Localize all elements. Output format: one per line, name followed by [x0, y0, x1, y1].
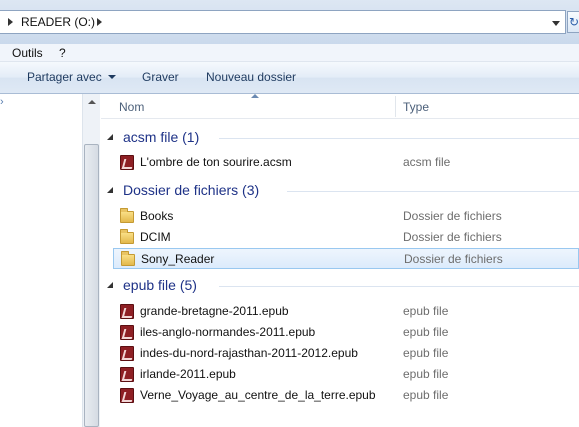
collapse-caret-icon[interactable]: [107, 187, 113, 193]
list-item[interactable]: irlande-2011.epub epub file: [113, 364, 579, 385]
sort-ascending-icon: [251, 94, 259, 98]
burn-button[interactable]: Graver: [142, 70, 179, 84]
group-header-epub[interactable]: epub file (5): [101, 276, 579, 296]
ebook-icon: [120, 346, 134, 361]
collapse-caret-icon[interactable]: [107, 282, 113, 288]
share-with-button[interactable]: Partager avec: [27, 70, 116, 84]
file-type: epub file: [403, 388, 449, 402]
scroll-up-icon[interactable]: [83, 94, 100, 111]
breadcrumb-chevron-icon[interactable]: [97, 18, 102, 26]
ebook-icon: [120, 367, 134, 382]
file-name: irlande-2011.epub: [140, 367, 236, 381]
folder-icon: [120, 229, 134, 244]
list-item[interactable]: L'ombre de ton sourire.acsm acsm file: [113, 152, 579, 173]
file-list: Nom Type acsm file (1) L'ombre de ton so…: [101, 94, 579, 427]
collapse-caret-icon[interactable]: [107, 134, 113, 140]
ebook-icon: [120, 155, 134, 170]
group-title: Dossier de fichiers (3): [123, 182, 260, 198]
address-history-dropdown-icon[interactable]: [548, 15, 564, 31]
menu-tools[interactable]: Outils: [12, 46, 43, 60]
address-path[interactable]: READER (O:): [21, 15, 95, 29]
file-name: L'ombre de ton sourire.acsm: [140, 155, 292, 169]
list-item[interactable]: DCIM Dossier de fichiers: [113, 227, 579, 248]
group-divider: [287, 191, 579, 192]
list-item[interactable]: indes-du-nord-rajasthan-2011-2012.epub e…: [113, 343, 579, 364]
group-divider: [219, 286, 579, 287]
address-bar[interactable]: READER (O:): [0, 10, 566, 34]
menu-bar: Outils ?: [0, 44, 579, 62]
new-folder-button[interactable]: Nouveau dossier: [206, 70, 296, 84]
list-item[interactable]: iles-anglo-normandes-2011.epub epub file: [113, 322, 579, 343]
ebook-icon: [120, 304, 134, 319]
file-type: epub file: [403, 346, 449, 360]
group-header-acsm[interactable]: acsm file (1): [101, 128, 579, 148]
chevron-down-icon: [107, 75, 116, 79]
folder-icon: [121, 251, 135, 266]
address-bar-strip: READER (O:) ↻: [0, 0, 579, 44]
group-header-folders[interactable]: Dossier de fichiers (3): [101, 181, 579, 201]
file-name: grande-bretagne-2011.epub: [140, 304, 289, 318]
list-item[interactable]: Verne_Voyage_au_centre_de_la_terre.epub …: [113, 385, 579, 406]
list-item[interactable]: grande-bretagne-2011.epub epub file: [113, 301, 579, 322]
command-bar: Partager avec Graver Nouveau dossier: [0, 62, 579, 94]
group-divider: [219, 138, 579, 139]
navigation-scrollbar[interactable]: [82, 94, 100, 427]
file-type: Dossier de fichiers: [403, 230, 502, 244]
list-item-selected[interactable]: Sony_Reader Dossier de fichiers: [113, 248, 579, 269]
list-item[interactable]: Books Dossier de fichiers: [113, 206, 579, 227]
file-name: DCIM: [140, 230, 171, 244]
file-type: epub file: [403, 304, 449, 318]
file-type: epub file: [403, 367, 449, 381]
group-title: acsm file (1): [123, 129, 200, 145]
file-name: indes-du-nord-rajasthan-2011-2012.epub: [140, 346, 358, 360]
menu-help[interactable]: ?: [59, 46, 66, 60]
refresh-button[interactable]: ↻: [567, 11, 579, 33]
share-with-label: Partager avec: [27, 70, 102, 84]
file-name: Sony_Reader: [141, 252, 215, 266]
group-title: epub file (5): [123, 277, 197, 293]
column-header: Nom Type: [101, 94, 579, 119]
ebook-icon: [120, 388, 134, 403]
breadcrumb-chevron-icon[interactable]: [8, 18, 13, 26]
column-type-header[interactable]: Type: [403, 100, 429, 114]
file-name: Books: [140, 209, 174, 223]
file-type: Dossier de fichiers: [404, 252, 503, 266]
ebook-icon: [120, 325, 134, 340]
file-type: acsm file: [403, 155, 451, 169]
column-name-header[interactable]: Nom: [119, 100, 144, 114]
file-name: iles-anglo-normandes-2011.epub: [140, 325, 316, 339]
nav-tree-expander-icon[interactable]: ›: [0, 96, 4, 108]
file-name: Verne_Voyage_au_centre_de_la_terre.epub: [140, 388, 376, 402]
file-type: epub file: [403, 325, 449, 339]
column-divider[interactable]: [395, 96, 396, 117]
file-type: Dossier de fichiers: [403, 209, 502, 223]
scroll-thumb[interactable]: [84, 144, 99, 427]
folder-icon: [120, 208, 134, 223]
